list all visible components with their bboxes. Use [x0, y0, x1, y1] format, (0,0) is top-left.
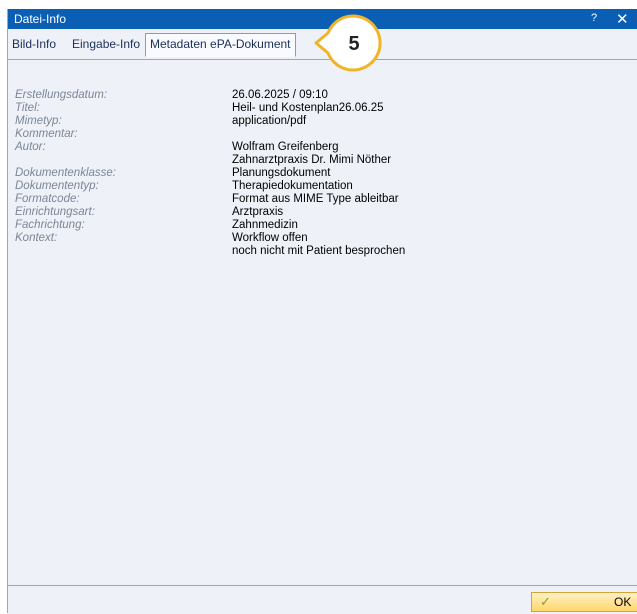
ok-button[interactable]: ✓ OK: [531, 592, 637, 612]
metadata-panel: Erstellungsdatum: 26.06.2025 / 09:10 Tit…: [8, 60, 637, 585]
screenshot-frame: Datei-Info ? ✕ Bild-Info Eingabe-Info Me…: [0, 0, 637, 614]
value-mimetyp: application/pdf: [232, 115, 307, 127]
tab-bild-info[interactable]: Bild-Info: [10, 34, 58, 54]
value-einrichtungsart: Arztpraxis: [232, 206, 284, 218]
close-button[interactable]: ✕: [616, 10, 629, 28]
value-autor-name: Wolfram Greifenberg: [232, 141, 339, 153]
step-callout-number: 5: [348, 33, 360, 55]
label-mimetyp: Mimetyp:: [15, 115, 62, 127]
value-erstellungsdatum: 26.06.2025 / 09:10: [232, 89, 328, 101]
check-icon: ✓: [540, 594, 551, 609]
value-titel: Heil- und Kostenplan26.06.25: [232, 102, 384, 114]
window-title: Datei-Info: [14, 12, 67, 26]
label-dokumentenklasse: Dokumentenklasse:: [15, 167, 116, 179]
label-einrichtungsart: Einrichtungsart:: [15, 206, 95, 218]
label-erstellungsdatum: Erstellungsdatum:: [15, 89, 108, 101]
label-kommentar: Kommentar:: [15, 128, 78, 140]
datei-info-dialog: Datei-Info ? ✕ Bild-Info Eingabe-Info Me…: [7, 9, 637, 614]
label-dokumententyp: Dokumententyp:: [15, 180, 99, 192]
value-fachrichtung: Zahnmedizin: [232, 219, 298, 231]
label-titel: Titel:: [15, 102, 40, 114]
ok-button-label: OK: [614, 595, 632, 609]
dialog-footer: ✓ OK: [8, 585, 637, 614]
value-dokumententyp: Therapiedokumentation: [232, 180, 353, 192]
value-autor-praxis: Zahnarztpraxis Dr. Mimi Nöther: [232, 154, 392, 166]
label-autor: Autor:: [15, 141, 46, 153]
help-button[interactable]: ?: [591, 12, 597, 24]
value-kontext-patient: noch nicht mit Patient besprochen: [232, 245, 406, 257]
label-kontext: Kontext:: [15, 232, 58, 244]
tab-eingabe-info[interactable]: Eingabe-Info: [70, 34, 142, 54]
value-dokumentenklasse: Planungsdokument: [232, 167, 331, 179]
label-formatcode: Formatcode:: [15, 193, 80, 205]
value-formatcode: Format aus MIME Type ableitbar: [232, 193, 399, 205]
label-fachrichtung: Fachrichtung:: [15, 219, 85, 231]
tab-metadaten-epa-dokument[interactable]: Metadaten ePA-Dokument: [145, 33, 296, 57]
value-kontext-workflow: Workflow offen: [232, 232, 308, 244]
